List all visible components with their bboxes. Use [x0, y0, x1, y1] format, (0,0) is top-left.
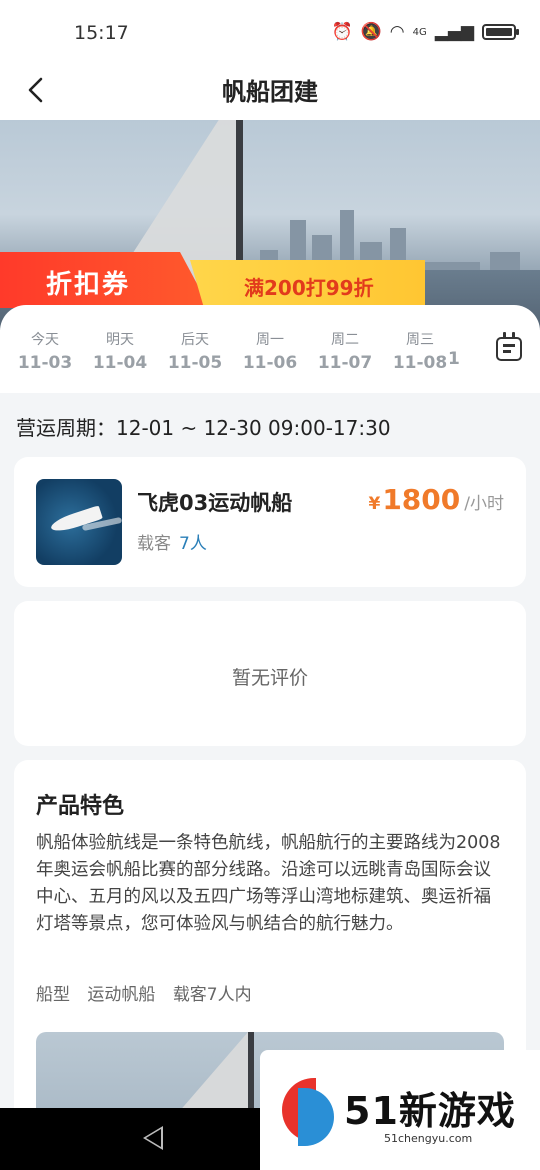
tag-capacity: 载客7人内 — [172, 985, 252, 1005]
capacity-value: 7人 — [179, 534, 207, 554]
nav-bar: 帆船团建 — [0, 62, 540, 120]
battery-icon — [482, 24, 519, 40]
no-reviews-text: 暂无评价 — [231, 667, 308, 689]
boat-card[interactable]: 飞虎03运动帆船 载客 7人 ¥ 1800 /小时 — [14, 457, 526, 587]
watermark-brand: 51新游戏 — [344, 1089, 516, 1133]
boat-name: 飞虎03运动帆船 — [137, 491, 293, 515]
discount-coupon[interactable]: 折扣券 满200打99折 — [0, 252, 425, 308]
alarm-icon: ⏰ — [331, 22, 353, 42]
status-bar: 15:17 ⏰ 🔕 ◠ 4G ▂▄▆ — [0, 0, 540, 62]
boat-price: ¥ 1800 /小时 — [368, 483, 504, 516]
price-unit: /小时 — [464, 494, 504, 514]
watermark-logo-icon — [282, 1078, 334, 1146]
tag-type-value: 运动帆船 — [87, 985, 156, 1005]
date-tab-1[interactable]: 明天 11-04 — [84, 329, 156, 373]
features-description: 帆船体验航线是一条特色航线，帆船航行的主要路线为2008年奥运会帆船比赛的部分线… — [36, 833, 501, 934]
status-time: 15:17 — [74, 22, 129, 44]
date-tab-0[interactable]: 今天 11-03 — [9, 329, 81, 373]
date-tab-3[interactable]: 周一 11-06 — [234, 329, 306, 373]
calendar-icon[interactable] — [496, 332, 522, 361]
mute-icon: 🔕 — [360, 22, 382, 42]
reviews-card: 暂无评价 — [14, 601, 526, 746]
boat-capacity: 载客 7人 — [137, 529, 207, 554]
system-back-icon[interactable] — [143, 1126, 163, 1150]
status-icons: ⏰ 🔕 ◠ 4G ▂▄▆ — [331, 22, 519, 42]
wifi-icon: ◠ — [389, 22, 405, 42]
page-title: 帆船团建 — [222, 78, 318, 106]
price-value: 1800 — [382, 483, 461, 516]
date-tab-5[interactable]: 周三 11-08 — [384, 329, 456, 373]
date-tab-2[interactable]: 后天 11-05 — [159, 329, 231, 373]
price-currency: ¥ — [368, 494, 381, 514]
coupon-label: 折扣券 — [46, 270, 131, 300]
signal-icon: ▂▄▆ — [434, 22, 474, 42]
capacity-label: 载客 — [137, 534, 171, 554]
watermark-url: 51chengyu.com — [384, 1132, 473, 1145]
coupon-offer: 满200打99折 — [244, 276, 374, 300]
tag-type-label: 船型 — [36, 985, 70, 1005]
features-title: 产品特色 — [36, 794, 125, 819]
watermark-logo: 51新游戏 51chengyu.com — [260, 1050, 540, 1170]
network-label: 4G — [412, 26, 427, 38]
boat-thumbnail — [36, 479, 122, 565]
date-selector: 今天 11-03 明天 11-04 后天 11-05 周一 11-06 周二 1… — [0, 305, 540, 393]
operation-period: 营运周期：12-01 ~ 12-30 09:00-17:30 — [16, 416, 391, 440]
date-tab-4[interactable]: 周二 11-07 — [309, 329, 381, 373]
features-tags: 船型 运动帆船 载客7人内 — [36, 980, 264, 1005]
